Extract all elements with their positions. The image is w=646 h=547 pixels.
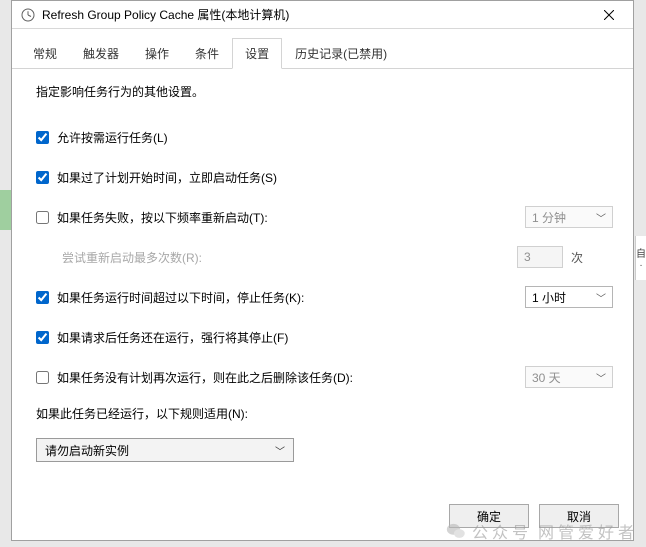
restart-on-fail-option[interactable]: 如果任务失败，按以下频率重新启动(T): [36,209,268,226]
stop-if-longer-combo[interactable]: 1 小时 ﹀ [525,286,613,308]
allow-on-demand-checkbox[interactable] [36,131,49,144]
restart-interval-value: 1 分钟 [532,209,566,226]
if-running-label: 如果此任务已经运行，以下规则适用(N): [36,405,248,422]
chevron-down-icon: ﹀ [596,210,606,225]
allow-on-demand-label: 允许按需运行任务(L) [57,129,168,146]
close-button[interactable] [589,1,629,28]
run-if-missed-option[interactable]: 如果过了计划开始时间，立即启动任务(S) [36,169,277,186]
settings-panel: 指定影响任务行为的其他设置。 允许按需运行任务(L) 如果过了计划开始时间，立即… [12,69,633,494]
tab-actions[interactable]: 操作 [132,38,182,69]
app-icon [20,7,36,23]
delete-after-combo: 30 天 ﹀ [525,366,613,388]
tab-bar: 常规 触发器 操作 条件 设置 历史记录(已禁用) [12,29,633,69]
close-icon [604,10,614,20]
force-stop-label: 如果请求后任务还在运行，强行将其停止(F) [57,329,288,346]
cancel-button[interactable]: 取消 [539,504,619,528]
delete-if-not-scheduled-checkbox[interactable] [36,371,49,384]
external-right-strip: 自· [635,236,646,280]
delete-if-not-scheduled-label: 如果任务没有计划再次运行，则在此之后删除该任务(D): [57,369,353,386]
tab-triggers[interactable]: 触发器 [70,38,132,69]
title-bar: Refresh Group Policy Cache 属性(本地计算机) [12,1,633,29]
ok-button[interactable]: 确定 [449,504,529,528]
stop-if-longer-value: 1 小时 [532,289,566,306]
tab-settings[interactable]: 设置 [232,38,282,69]
delete-if-not-scheduled-option[interactable]: 如果任务没有计划再次运行，则在此之后删除该任务(D): [36,369,353,386]
tab-general[interactable]: 常规 [20,38,70,69]
window-title: Refresh Group Policy Cache 属性(本地计算机) [42,6,589,23]
allow-on-demand-option[interactable]: 允许按需运行任务(L) [36,129,168,146]
tab-history[interactable]: 历史记录(已禁用) [282,38,400,69]
if-running-rule-combo[interactable]: 请勿启动新实例 ﹀ [36,438,294,462]
restart-on-fail-label: 如果任务失败，按以下频率重新启动(T): [57,209,268,226]
chevron-down-icon: ﹀ [596,290,606,305]
restart-retries-label: 尝试重新启动最多次数(R): [62,249,202,266]
stop-if-longer-label: 如果任务运行时间超过以下时间，停止任务(K): [57,289,304,306]
settings-description: 指定影响任务行为的其他设置。 [36,83,613,100]
delete-after-value: 30 天 [532,369,561,386]
tab-conditions[interactable]: 条件 [182,38,232,69]
restart-interval-combo: 1 分钟 ﹀ [525,206,613,228]
force-stop-checkbox[interactable] [36,331,49,344]
chevron-down-icon: ﹀ [596,370,606,385]
restart-on-fail-checkbox[interactable] [36,211,49,224]
force-stop-option[interactable]: 如果请求后任务还在运行，强行将其停止(F) [36,329,288,346]
chevron-down-icon: ﹀ [275,443,285,458]
restart-retries-input: 3 [517,246,563,268]
restart-retries-suffix: 次 [571,249,583,266]
dialog-window: Refresh Group Policy Cache 属性(本地计算机) 常规 … [11,0,634,541]
external-left-strip [0,190,11,230]
run-if-missed-label: 如果过了计划开始时间，立即启动任务(S) [57,169,277,186]
run-if-missed-checkbox[interactable] [36,171,49,184]
stop-if-longer-checkbox[interactable] [36,291,49,304]
stop-if-longer-option[interactable]: 如果任务运行时间超过以下时间，停止任务(K): [36,289,304,306]
if-running-rule-value: 请勿启动新实例 [45,442,129,459]
dialog-footer: 确定 取消 [12,494,633,540]
